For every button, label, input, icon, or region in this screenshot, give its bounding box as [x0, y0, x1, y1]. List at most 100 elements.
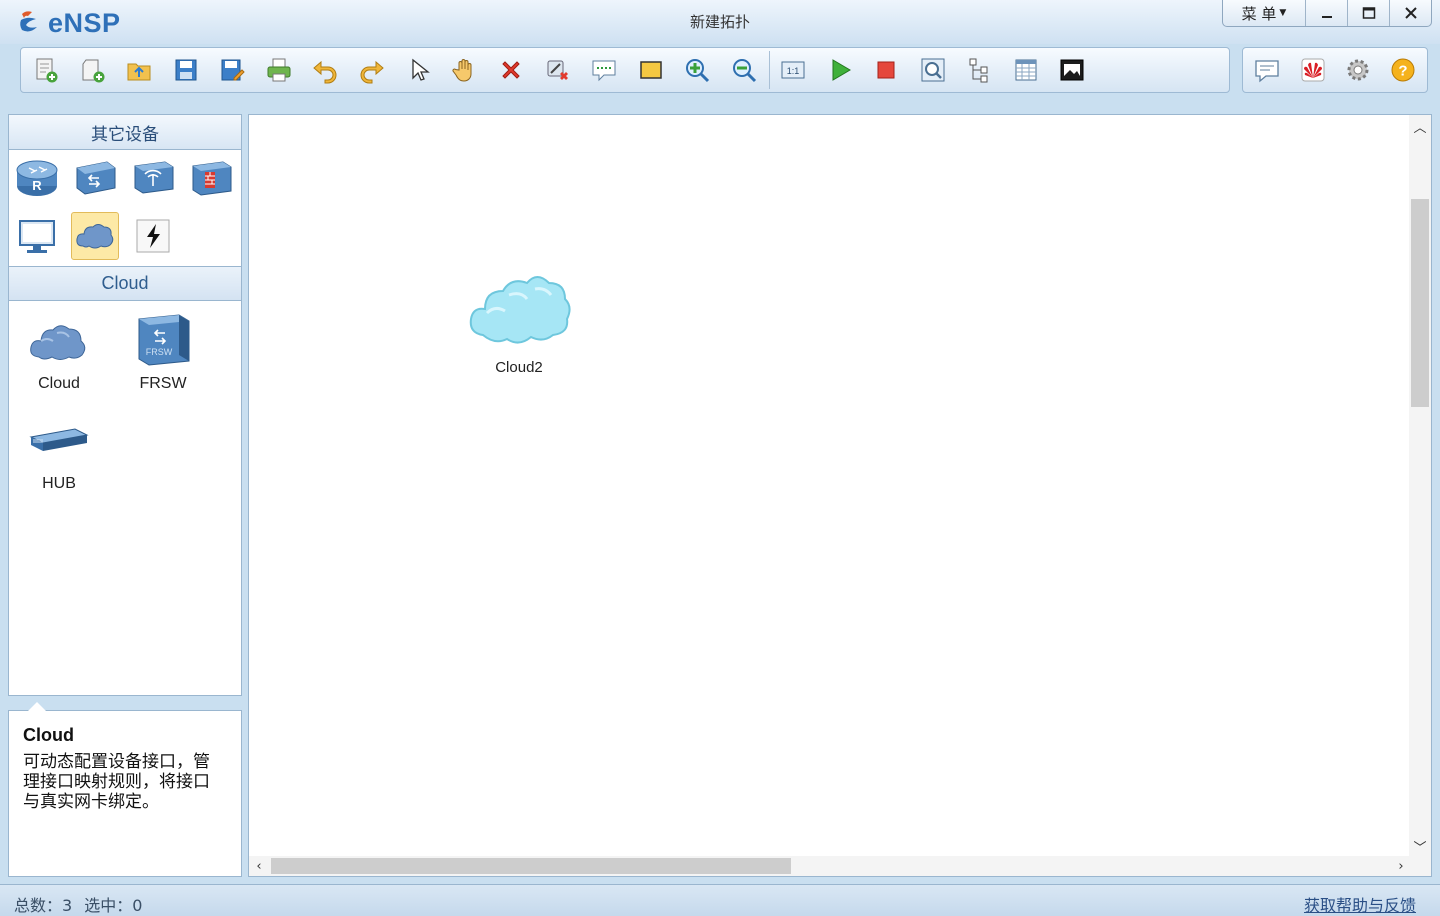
- fit-view-button[interactable]: 1:1: [771, 50, 815, 90]
- vertical-scrollbar[interactable]: ︿ ﹀: [1409, 115, 1431, 857]
- cloud-icon: [76, 224, 114, 249]
- category-header: 其它设备: [9, 115, 241, 150]
- minimize-icon: [1321, 16, 1332, 18]
- fit-view-icon: 1:1: [781, 61, 805, 79]
- device-item-frsw[interactable]: FRSW FRSW: [118, 311, 208, 393]
- close-button[interactable]: [1389, 0, 1431, 26]
- undo-icon: [313, 60, 337, 84]
- huawei-button[interactable]: [1291, 50, 1334, 90]
- secondary-toolbar: ?: [1242, 47, 1428, 93]
- device-description-panel: Cloud 可动态配置设备接口，管理接口映射规则，将接口与真实网卡绑定。: [8, 702, 242, 877]
- open-button[interactable]: [117, 50, 161, 90]
- category-switch[interactable]: [71, 154, 119, 202]
- new-lab-icon: [82, 59, 104, 83]
- settings-button[interactable]: [1337, 50, 1380, 90]
- text-label-button[interactable]: [582, 50, 626, 90]
- hub-icon: [29, 428, 89, 451]
- panel-notch: [28, 702, 46, 711]
- svg-text:1:1: 1:1: [787, 66, 800, 76]
- delete-link-button[interactable]: [536, 50, 580, 90]
- text-label-icon: [592, 60, 616, 82]
- description-title: Cloud: [23, 725, 74, 745]
- toolbar-separator: [769, 51, 770, 89]
- new-topology-button[interactable]: [24, 50, 68, 90]
- svg-text:R: R: [32, 178, 42, 193]
- device-item-hub[interactable]: HUB: [14, 411, 104, 493]
- topology-tree-button[interactable]: [957, 50, 1001, 90]
- delete-button[interactable]: [489, 50, 533, 90]
- scroll-up-icon[interactable]: ︿: [1409, 115, 1431, 137]
- rectangle-button[interactable]: [629, 50, 673, 90]
- undo-button[interactable]: [303, 50, 347, 90]
- zoom-in-button[interactable]: [675, 50, 719, 90]
- category-firewall[interactable]: [187, 154, 235, 202]
- device-item-cloud[interactable]: Cloud: [14, 311, 104, 393]
- zoom-in-icon: [686, 59, 710, 83]
- topology-node[interactable]: Cloud2: [464, 263, 574, 376]
- help-button[interactable]: ?: [1382, 50, 1425, 90]
- stop-device-icon: [877, 61, 895, 79]
- help-feedback-link[interactable]: 获取帮助与反馈: [1304, 892, 1416, 916]
- pan-hand-icon: [451, 59, 471, 82]
- zoom-out-button[interactable]: [722, 50, 766, 90]
- settings-gear-icon: [1347, 59, 1369, 81]
- save-button[interactable]: [164, 50, 208, 90]
- firewall-icon: [192, 161, 232, 196]
- chevron-down-icon: ▼: [1279, 8, 1287, 18]
- save-icon: [175, 59, 196, 81]
- menu-label: 菜 单: [1241, 4, 1277, 23]
- category-cloud[interactable]: [71, 212, 119, 260]
- zoom-out-icon: [732, 59, 756, 83]
- vertical-scroll-thumb[interactable]: [1411, 199, 1429, 407]
- start-device-icon: [832, 59, 851, 81]
- main-menu-button[interactable]: 菜 单 ▼: [1223, 0, 1305, 26]
- category-pc[interactable]: [13, 212, 61, 260]
- print-button[interactable]: [257, 50, 301, 90]
- device-panel: 其它设备 R Cloud Cloud FRSW FRSW HUB: [8, 114, 242, 696]
- wireless-icon: [134, 161, 174, 194]
- redo-icon: [360, 60, 384, 84]
- grid-icon: [1015, 59, 1036, 81]
- pan-hand-button[interactable]: [443, 50, 487, 90]
- horizontal-scroll-thumb[interactable]: [271, 858, 791, 874]
- total-count: 总数：3: [14, 896, 73, 915]
- maximize-button[interactable]: [1347, 0, 1389, 26]
- print-icon: [267, 58, 290, 82]
- scroll-down-icon[interactable]: ﹀: [1409, 835, 1431, 857]
- selected-category-header: Cloud: [9, 266, 241, 301]
- redo-button[interactable]: [350, 50, 394, 90]
- category-custom-link[interactable]: [129, 212, 177, 260]
- custom-link-icon: [136, 219, 170, 253]
- new-topology-icon: [36, 58, 58, 83]
- cloud-icon: [30, 325, 86, 360]
- cloud-icon: [469, 276, 571, 344]
- main-toolbar: 1:1: [20, 47, 1230, 93]
- select-pointer-button[interactable]: [396, 50, 440, 90]
- device-label: FRSW: [139, 375, 187, 392]
- delete-link-icon: [547, 60, 568, 80]
- rectangle-icon: [639, 61, 662, 79]
- topology-canvas[interactable]: Cloud2 ︿ ﹀ ‹ ›: [248, 114, 1432, 877]
- stop-device-button[interactable]: [864, 50, 908, 90]
- horizontal-scrollbar[interactable]: ‹ ›: [249, 856, 1411, 876]
- minimize-button[interactable]: [1305, 0, 1347, 26]
- frsw-icon: FRSW: [138, 314, 190, 366]
- start-device-button[interactable]: [818, 50, 862, 90]
- svg-text:FRSW: FRSW: [146, 347, 173, 357]
- save-as-button[interactable]: [210, 50, 254, 90]
- screenshot-button[interactable]: [1050, 50, 1094, 90]
- message-button[interactable]: [1246, 50, 1289, 90]
- new-lab-button[interactable]: [71, 50, 115, 90]
- category-router[interactable]: R: [13, 154, 61, 202]
- scroll-right-icon[interactable]: ›: [1391, 856, 1411, 876]
- capture-icon: [921, 58, 944, 82]
- description-text: 可动态配置设备接口，管理接口映射规则，将接口与真实网卡绑定。: [23, 752, 210, 812]
- category-wireless[interactable]: [129, 154, 177, 202]
- capture-button[interactable]: [911, 50, 955, 90]
- scroll-left-icon[interactable]: ‹: [249, 856, 269, 876]
- category-grid: R: [9, 150, 241, 266]
- grid-button[interactable]: [1004, 50, 1048, 90]
- topology-tree-icon: [969, 58, 988, 83]
- close-icon: [1404, 7, 1417, 19]
- svg-text:?: ?: [1399, 63, 1408, 80]
